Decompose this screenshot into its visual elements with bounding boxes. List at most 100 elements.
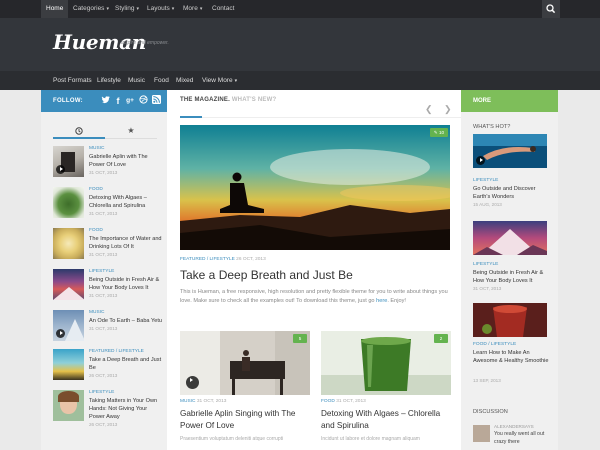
chevron-right-icon[interactable]: ❯ [444,104,452,115]
post-title[interactable]: Take a Deep Breath and Just Be [89,356,163,372]
post-thumbnail[interactable] [53,146,84,177]
topnav-categories[interactable]: Categories ▾ [68,0,114,18]
comment-text[interactable]: You really went all out crazy there [494,430,554,446]
post-thumbnail[interactable] [53,349,84,380]
post-thumbnail[interactable] [473,303,547,337]
post-thumbnail[interactable] [53,228,84,259]
divider [202,117,470,118]
featured-category: FEATURED / LIFESTYLE 26 OCT, 2013 [180,257,266,262]
post-category[interactable]: LIFESTYLE [89,390,114,395]
post-category[interactable]: MUSIC [89,146,104,151]
subnav-music[interactable]: Music [128,71,145,90]
topnav-layouts[interactable]: Layouts ▾ [142,0,179,18]
featured-heading-subtitle: WHAT'S NEW? [231,97,277,103]
whats-hot-title: WHAT'S HOT? [473,124,511,130]
sidebar-post[interactable]: FOOD The Importance of Water and Drinkin… [53,228,163,266]
tab-recent[interactable] [53,124,105,139]
post-title[interactable]: Taking Matters in Your Own Hands: Not Gi… [89,397,163,421]
post-thumbnail[interactable] [53,390,84,421]
card-category-label[interactable]: MUSIC [180,399,195,404]
download-link[interactable]: here [376,298,387,304]
card-category-label[interactable]: FOOD [321,399,335,404]
post-category[interactable]: LIFESTYLE [473,262,498,267]
post-category[interactable]: FOOD / LIFESTYLE [473,342,516,347]
comments-count: 5 [298,336,302,341]
post-title[interactable]: Gabrielle Aplin with The Power Of Love [89,153,163,169]
heading-underline [180,116,202,118]
post-category[interactable]: MUSIC [89,310,104,315]
facebook-icon[interactable]: f [113,95,123,107]
post-category[interactable]: FOOD [89,187,103,192]
google-plus-icon[interactable]: g+ [124,95,136,107]
chevron-left-icon[interactable]: ❮ [425,104,433,115]
chevron-down-icon: ▾ [106,6,109,12]
subnav-lifestyle[interactable]: Lifestyle [97,71,121,90]
post-date: 31 OCT, 2013 [473,286,502,291]
comments-badge[interactable]: 2 [434,334,448,343]
post-thumbnail[interactable] [473,221,547,255]
avatar[interactable] [473,425,490,442]
post-card-image[interactable]: 5 [180,331,310,395]
post-category[interactable]: LIFESTYLE [473,178,498,183]
featured-image[interactable]: ✎ 10 [180,125,450,250]
dribbble-icon[interactable] [137,95,149,107]
comment-icon: ✎ [433,130,438,135]
sidebar-post[interactable]: LIFESTYLE Being Outside in Fresh Air & H… [53,269,163,307]
sidebar-post[interactable]: FOOD Detoxing With Algaes – Chlorella an… [53,187,163,225]
play-icon[interactable] [186,376,199,389]
comments-badge[interactable]: 5 [293,334,307,343]
subnav-view-more-label: View More [202,77,233,84]
post-title[interactable]: Being Outside in Fresh Air & How Your Bo… [89,276,163,292]
twitter-icon[interactable] [100,95,112,107]
featured-category-label[interactable]: FEATURED / LIFESTYLE [180,257,235,262]
topnav-styling[interactable]: Styling ▾ [110,0,144,18]
featured-heading-title: THE MAGAZINE. [180,97,230,103]
card-title[interactable]: Gabrielle Aplin Singing with The Power O… [180,408,312,432]
topnav-more[interactable]: More ▾ [178,0,207,18]
post-title[interactable]: Learn How to Make An Awesome & Healthy S… [473,349,553,365]
tab-popular[interactable]: ★ [105,124,157,139]
post-title[interactable]: Being Outside in Fresh Air & How Your Bo… [473,269,553,285]
search-button[interactable] [542,0,560,18]
left-sidebar: ★ MUSIC Gabrielle Aplin with The Power O… [41,112,167,450]
subnav-food[interactable]: Food [154,71,169,90]
subnav-mixed[interactable]: Mixed [176,71,193,90]
play-icon [476,156,485,165]
post-title[interactable]: Detoxing With Algaes – Chlorella and Spi… [89,194,163,210]
topnav-layouts-label: Layouts [147,5,170,12]
featured-title[interactable]: Take a Deep Breath and Just Be [180,268,353,282]
post-title[interactable]: An Ode To Earth – Baba Yetu [89,317,163,325]
post-thumbnail[interactable] [53,187,84,218]
card-title[interactable]: Detoxing With Algaes – Chlorella and Spi… [321,408,453,432]
topnav-categories-label: Categories [73,5,105,12]
post-title[interactable]: Go Outside and Discover Earth's Wonders [473,185,553,201]
featured-excerpt: This is Hueman, a free responsive, high … [180,288,452,306]
green-smoothie-image [321,331,451,395]
topnav-home[interactable]: Home [41,0,69,18]
post-category[interactable]: FEATURED / LIFESTYLE [89,349,144,354]
featured-excerpt-end: . Enjoy! [387,298,406,304]
comment-author[interactable]: ALEXANDERSAYS [494,424,534,429]
more-label: MORE [473,98,491,104]
chevron-down-icon: ▾ [234,78,238,84]
post-category[interactable]: FOOD [89,228,103,233]
post-thumbnail[interactable] [473,134,547,168]
post-title[interactable]: The Importance of Water and Drinking Lot… [89,235,163,251]
post-card-image[interactable]: 2 [321,331,451,395]
page-margin [558,90,600,450]
sidebar-post[interactable]: LIFESTYLE Taking Matters in Your Own Han… [53,390,163,438]
post-thumbnail[interactable] [53,310,84,341]
sidebar-post[interactable]: FEATURED / LIFESTYLE Take a Deep Breath … [53,349,163,387]
comments-badge[interactable]: ✎ 10 [430,128,448,137]
subnav-post-formats[interactable]: Post Formats [53,71,92,90]
rss-icon[interactable] [150,95,162,107]
topnav-contact[interactable]: Contact [207,0,239,18]
post-date: 15 AUG, 2013 [473,202,502,207]
mountain-image [473,221,547,255]
post-category[interactable]: LIFESTYLE [89,269,114,274]
subnav-view-more[interactable]: View More ▾ [202,71,237,90]
sidebar-post[interactable]: MUSIC An Ode To Earth – Baba Yetu 31 OCT… [53,310,163,348]
post-thumbnail[interactable] [53,269,84,300]
comments-count: 10 [439,130,445,135]
sidebar-post[interactable]: MUSIC Gabrielle Aplin with The Power Of … [53,146,163,184]
